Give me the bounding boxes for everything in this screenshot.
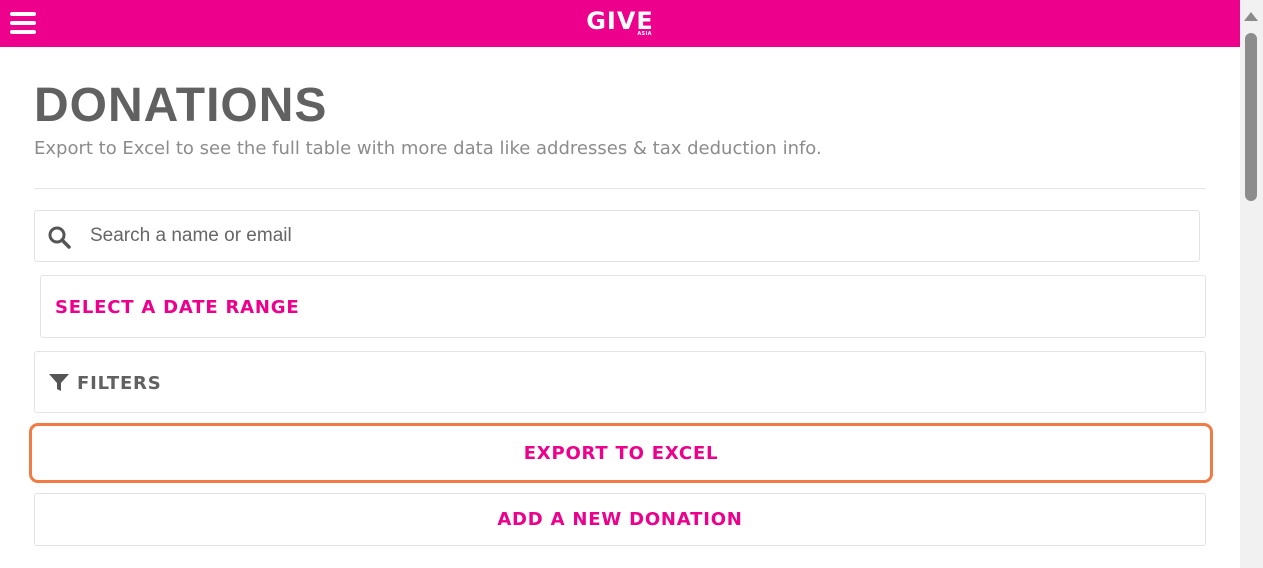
search-icon	[48, 226, 71, 249]
search-box[interactable]	[34, 210, 1200, 262]
add-button-label: ADD A NEW DONATION	[497, 509, 743, 530]
search-input[interactable]	[90, 212, 1190, 260]
filters-toggle[interactable]: FILTERS	[34, 351, 1206, 413]
date-range-label: SELECT A DATE RANGE	[55, 297, 300, 318]
filters-label: FILTERS	[77, 373, 162, 394]
top-navigation-bar: GIVE ASIA	[0, 0, 1240, 47]
page-subtitle: Export to Excel to see the full table wi…	[34, 138, 822, 159]
date-range-selector[interactable]: SELECT A DATE RANGE	[40, 275, 1206, 338]
filter-funnel-icon	[49, 374, 69, 391]
scroll-up-arrow-icon[interactable]	[1244, 12, 1258, 21]
page-title: DONATIONS	[34, 79, 328, 132]
logo[interactable]: GIVE ASIA	[0, 8, 1240, 37]
vertical-scrollbar[interactable]	[1240, 0, 1263, 568]
divider	[34, 188, 1206, 189]
add-new-donation-button[interactable]: ADD A NEW DONATION	[34, 493, 1206, 546]
scroll-thumb[interactable]	[1245, 33, 1257, 201]
export-button-label: EXPORT TO EXCEL	[523, 443, 719, 464]
export-to-excel-button[interactable]: EXPORT TO EXCEL	[29, 423, 1213, 483]
app-viewport: GIVE ASIA DONATIONS Export to Excel to s…	[0, 0, 1263, 568]
logo-subtext: ASIA	[637, 31, 652, 37]
